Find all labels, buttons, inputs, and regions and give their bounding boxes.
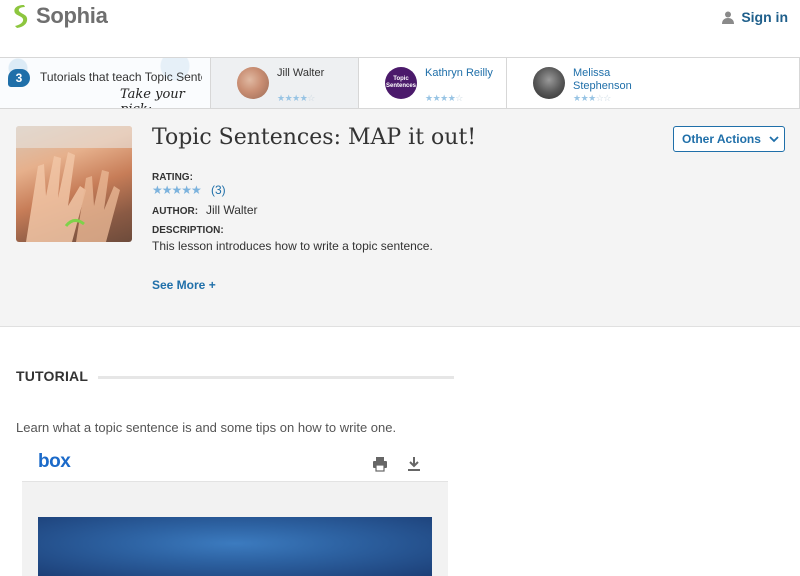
tutorial-intro: Learn what a topic sentence is and some …: [16, 420, 397, 435]
tutorial-card-jill-walter[interactable]: Jill Walter ★★★★☆: [211, 58, 359, 108]
tutorial-picker-intro: 3 Tutorials that teach Topic Sentences: …: [0, 58, 211, 108]
star-rating: ★★★★☆: [277, 93, 315, 103]
print-icon[interactable]: [372, 456, 388, 472]
chevron-down-icon: [769, 135, 779, 142]
tutorial-card-kathryn-reilly[interactable]: Topic Sentences Kathryn Reilly ★★★★☆: [359, 58, 507, 108]
description-label: DESCRIPTION:: [152, 225, 224, 236]
raised-hands-illustration: [16, 126, 132, 242]
lesson-title: Topic Sentences: MAP it out!: [152, 125, 477, 150]
video-preview[interactable]: [38, 517, 432, 576]
tutorial-picker-strip: 3 Tutorials that teach Topic Sentences: …: [0, 57, 800, 109]
star-rating: ★★★☆☆: [573, 93, 611, 103]
sign-in-link[interactable]: Sign in: [722, 9, 788, 25]
sophia-logo-icon: [14, 5, 28, 28]
see-more-link[interactable]: See More +: [152, 278, 216, 292]
embed-document-area: [22, 482, 448, 576]
brand-name: Sophia: [36, 3, 108, 28]
tutorial-author-name: Jill Walter: [277, 67, 325, 79]
top-header: Sophia Sign in: [0, 0, 800, 40]
tutorial-author-name: Melissa Stephenson: [573, 67, 632, 93]
thumbnail-text: Sentences: [385, 83, 416, 89]
author-label: AUTHOR:: [152, 206, 199, 217]
author-last-name: Stephenson: [573, 80, 632, 92]
user-icon: [722, 11, 735, 24]
other-actions-label: Other Actions: [682, 132, 761, 146]
topic-sentences-thumbnail: Topic Sentences: [385, 67, 417, 99]
tutorial-count-badge: 3: [8, 69, 30, 87]
lesson-star-rating: ★★★★★: [152, 183, 202, 197]
box-embed-viewer: box: [22, 446, 448, 576]
lesson-description: This lesson introduces how to write a to…: [152, 239, 433, 253]
rating-count-link[interactable]: (3): [211, 183, 226, 197]
lesson-info-panel: Topic Sentences: MAP it out! RATING: ★★★…: [0, 109, 800, 327]
section-divider: [98, 376, 454, 379]
tutorial-heading: TUTORIAL: [16, 368, 89, 384]
author-avatar: [237, 67, 269, 99]
rating-label: RATING:: [152, 172, 193, 183]
lesson-hero-image: [16, 126, 132, 242]
download-icon[interactable]: [407, 456, 421, 472]
embed-toolbar: box: [22, 446, 448, 482]
box-logo[interactable]: box: [38, 451, 71, 473]
take-your-pick-text: Take your pick:: [120, 87, 185, 108]
tutorial-picker-label: Tutorials that teach Topic Sentences: MA…: [40, 70, 202, 84]
other-actions-button[interactable]: Other Actions: [673, 126, 785, 152]
lesson-author[interactable]: Jill Walter: [206, 203, 258, 217]
author-avatar: [533, 67, 565, 99]
tutorial-author-name: Kathryn Reilly: [425, 67, 493, 79]
thumbnail-text: Topic: [393, 76, 409, 82]
sophia-logo[interactable]: Sophia: [10, 3, 108, 29]
author-first-name: Melissa: [573, 67, 611, 79]
sign-in-label: Sign in: [741, 9, 788, 25]
star-rating: ★★★★☆: [425, 93, 463, 103]
tutorial-card-melissa-stephenson[interactable]: Melissa Stephenson ★★★☆☆: [507, 58, 800, 108]
